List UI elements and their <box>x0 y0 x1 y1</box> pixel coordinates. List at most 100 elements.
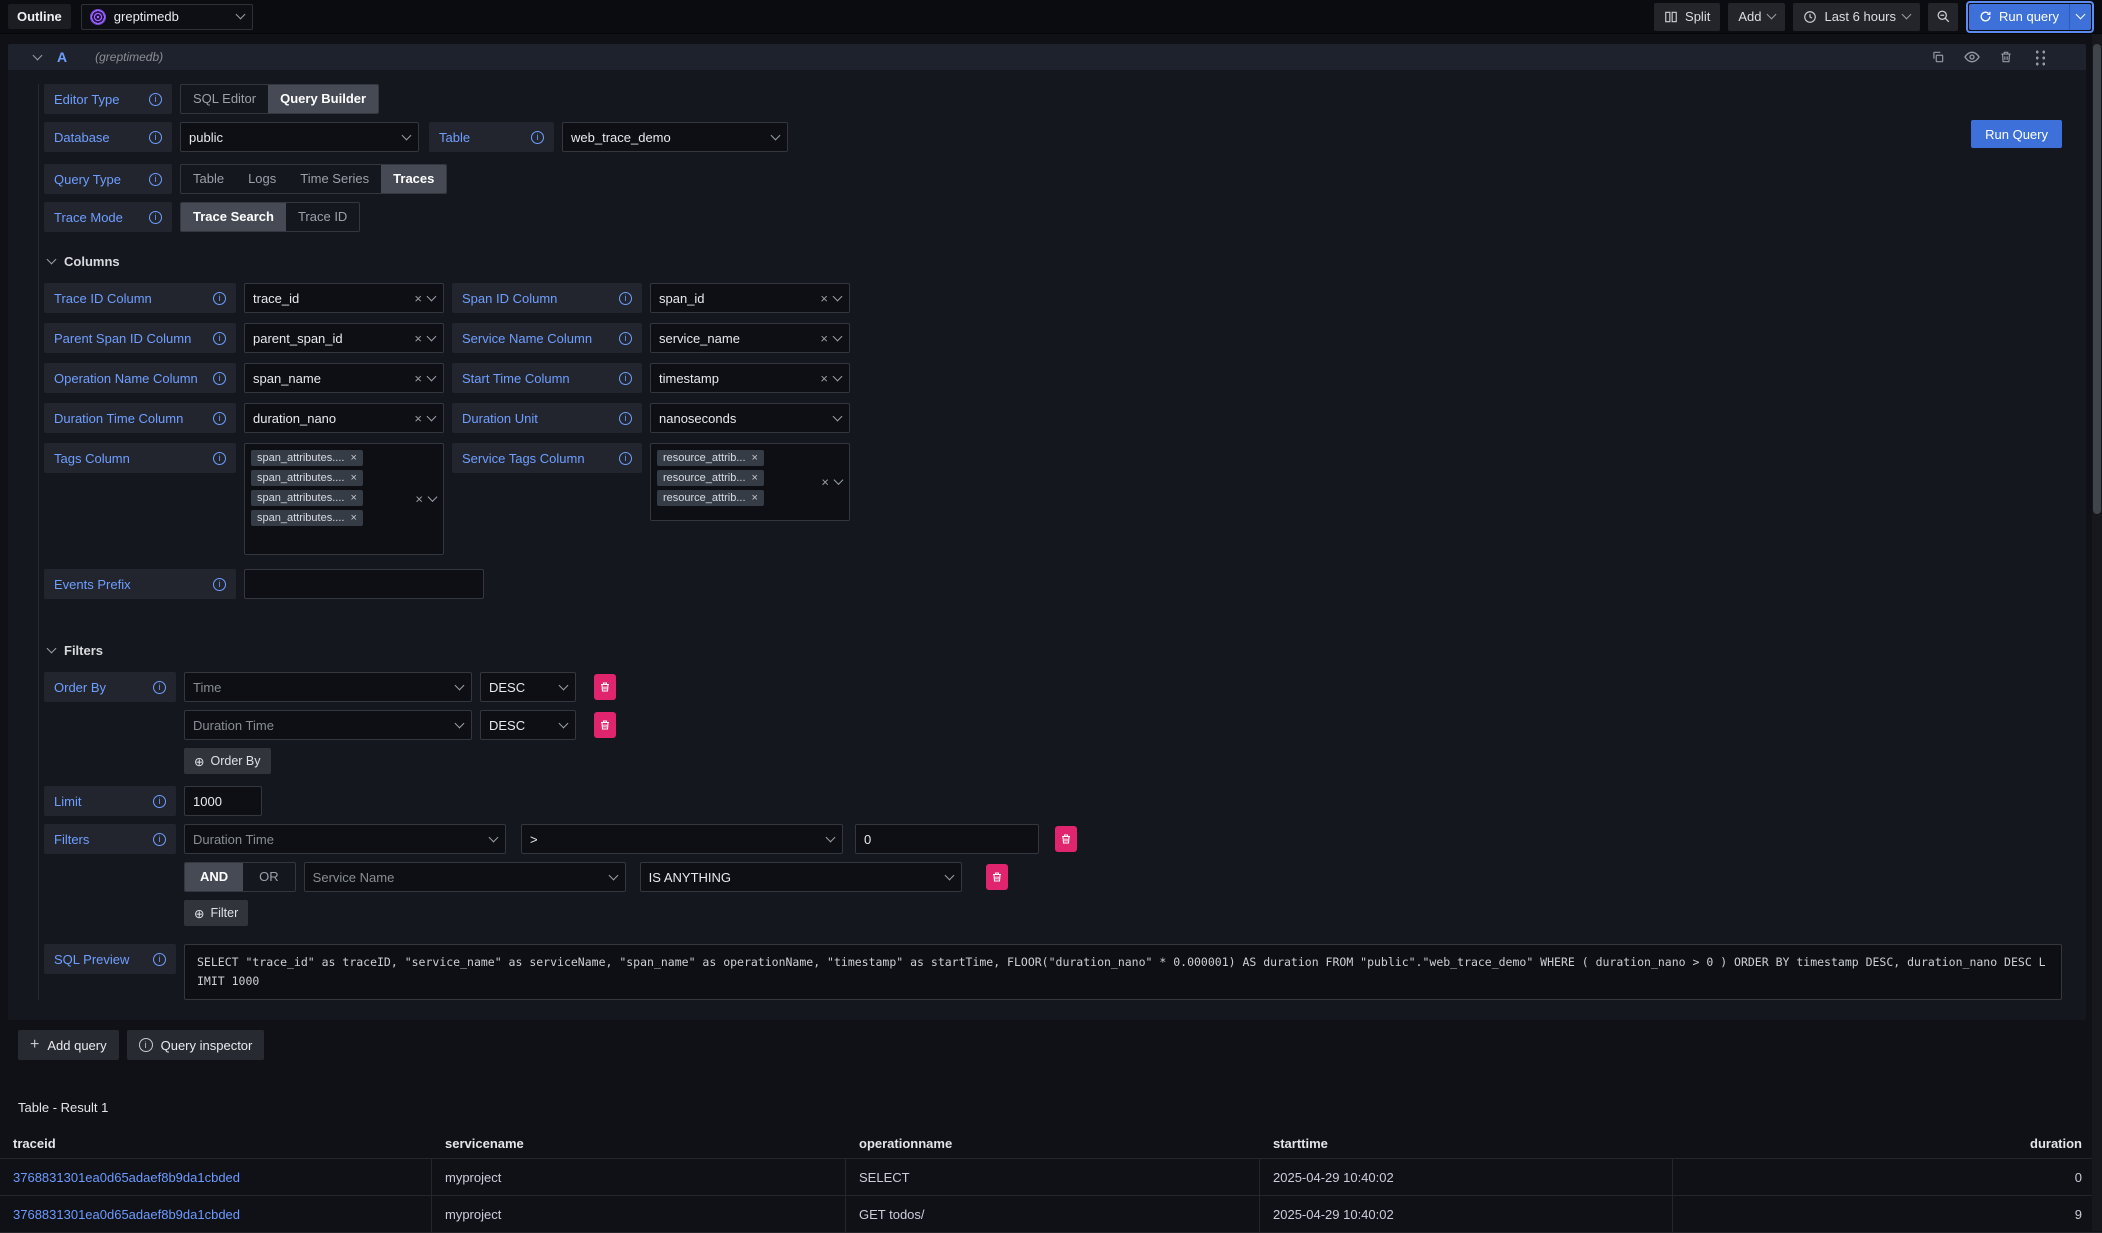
info-icon[interactable]: i <box>619 372 632 385</box>
add-button[interactable]: Add <box>1728 3 1785 31</box>
filter-operator-select[interactable]: IS ANYTHING <box>640 862 962 892</box>
run-query-button[interactable]: Run query <box>1969 4 2069 30</box>
info-icon[interactable]: i <box>153 953 166 966</box>
order-by-field-select[interactable]: Duration Time <box>184 710 472 740</box>
run-query-panel-button[interactable]: Run Query <box>1971 120 2062 148</box>
info-icon[interactable]: i <box>531 131 544 144</box>
service-name-column-select[interactable]: service_name× <box>650 323 850 353</box>
start-time-column-select[interactable]: timestamp× <box>650 363 850 393</box>
query-type-table-option[interactable]: Table <box>181 165 236 193</box>
info-icon[interactable]: i <box>619 292 632 305</box>
remove-chip-icon[interactable]: × <box>350 493 356 504</box>
info-icon[interactable]: i <box>213 332 226 345</box>
filter-field-select[interactable]: Duration Time <box>184 824 506 854</box>
remove-chip-icon[interactable]: × <box>752 453 758 464</box>
collapse-query-chevron-icon[interactable] <box>33 50 43 60</box>
trace-id-column-select[interactable]: trace_id× <box>244 283 444 313</box>
or-option[interactable]: OR <box>243 863 295 891</box>
remove-chip-icon[interactable]: × <box>350 453 356 464</box>
trace-search-option[interactable]: Trace Search <box>181 203 286 231</box>
info-icon[interactable]: i <box>213 372 226 385</box>
duration-unit-select[interactable]: nanoseconds <box>650 403 850 433</box>
add-order-by-button[interactable]: ⊕Order By <box>184 748 271 774</box>
and-option[interactable]: AND <box>185 863 243 891</box>
query-type-logs-option[interactable]: Logs <box>236 165 288 193</box>
table-select[interactable]: web_trace_demo <box>562 122 788 152</box>
zoom-out-time-button[interactable] <box>1928 3 1958 31</box>
duplicate-query-button[interactable] <box>1926 50 1950 64</box>
filter-field-select[interactable]: Service Name <box>304 862 626 892</box>
info-icon[interactable]: i <box>619 332 632 345</box>
column-header-traceid[interactable]: traceid <box>0 1136 432 1151</box>
time-range-picker[interactable]: Last 6 hours <box>1793 3 1920 31</box>
info-icon[interactable]: i <box>213 412 226 425</box>
info-icon[interactable]: i <box>213 578 226 591</box>
query-builder-option[interactable]: Query Builder <box>268 85 378 113</box>
service-tags-column-multiselect[interactable]: resource_attrib...× resource_attrib...× … <box>650 443 850 521</box>
info-icon[interactable]: i <box>619 452 632 465</box>
clear-all-icon[interactable]: × <box>415 493 423 506</box>
limit-input[interactable]: 1000 <box>184 786 262 816</box>
info-icon[interactable]: i <box>213 452 226 465</box>
operation-name-column-select[interactable]: span_name× <box>244 363 444 393</box>
query-type-traces-option[interactable]: Traces <box>381 165 446 193</box>
remove-chip-icon[interactable]: × <box>752 473 758 484</box>
clear-icon[interactable]: × <box>820 372 828 385</box>
info-icon[interactable]: i <box>149 131 162 144</box>
clear-icon[interactable]: × <box>820 332 828 345</box>
info-icon[interactable]: i <box>149 211 162 224</box>
datasource-picker[interactable]: greptimedb <box>81 4 253 30</box>
split-button[interactable]: Split <box>1654 3 1720 31</box>
tags-column-multiselect[interactable]: span_attributes....× span_attributes....… <box>244 443 444 555</box>
run-query-options-button[interactable] <box>2069 4 2091 30</box>
info-icon[interactable]: i <box>153 833 166 846</box>
remove-chip-icon[interactable]: × <box>350 513 356 524</box>
clear-all-icon[interactable]: × <box>821 476 829 489</box>
info-icon[interactable]: i <box>619 412 632 425</box>
info-icon[interactable]: i <box>153 681 166 694</box>
remove-chip-icon[interactable]: × <box>350 473 356 484</box>
parent-span-id-column-select[interactable]: parent_span_id× <box>244 323 444 353</box>
column-header-duration[interactable]: duration <box>1673 1136 2102 1151</box>
events-prefix-input[interactable] <box>244 569 484 599</box>
remove-order-by-button[interactable] <box>594 712 616 738</box>
duration-time-column-select[interactable]: duration_nano× <box>244 403 444 433</box>
order-by-field-select[interactable]: Time <box>184 672 472 702</box>
remove-filter-button[interactable] <box>986 864 1008 890</box>
sql-editor-option[interactable]: SQL Editor <box>181 85 268 113</box>
info-icon[interactable]: i <box>149 93 162 106</box>
trace-id-option[interactable]: Trace ID <box>286 203 359 231</box>
add-filter-button[interactable]: ⊕Filter <box>184 900 248 926</box>
outline-button[interactable]: Outline <box>8 4 71 29</box>
info-icon[interactable]: i <box>153 795 166 808</box>
filter-operator-select[interactable]: > <box>521 824 843 854</box>
order-by-direction-select[interactable]: DESC <box>480 710 576 740</box>
scrollbar-thumb[interactable] <box>2093 44 2101 514</box>
remove-order-by-button[interactable] <box>594 674 616 700</box>
drag-query-handle[interactable] <box>2028 49 2052 66</box>
clear-icon[interactable]: × <box>820 292 828 305</box>
database-select[interactable]: public <box>180 122 419 152</box>
span-id-column-select[interactable]: span_id× <box>650 283 850 313</box>
info-icon[interactable]: i <box>149 173 162 186</box>
column-header-servicename[interactable]: servicename <box>432 1136 846 1151</box>
column-header-starttime[interactable]: starttime <box>1260 1136 1673 1151</box>
order-by-direction-select[interactable]: DESC <box>480 672 576 702</box>
filter-value-input[interactable]: 0 <box>855 824 1039 854</box>
remove-chip-icon[interactable]: × <box>752 493 758 504</box>
add-query-button[interactable]: + Add query <box>18 1030 119 1060</box>
remove-filter-button[interactable] <box>1055 826 1077 852</box>
clear-icon[interactable]: × <box>414 292 422 305</box>
filters-section-header[interactable]: Filters <box>48 643 2062 658</box>
query-inspector-button[interactable]: i Query inspector <box>127 1030 265 1060</box>
clear-icon[interactable]: × <box>414 372 422 385</box>
columns-section-header[interactable]: Columns <box>48 254 2062 269</box>
remove-query-button[interactable] <box>1994 50 2018 64</box>
trace-id-link[interactable]: 3768831301ea0d65adaef8b9da1cbded <box>13 1170 240 1185</box>
info-icon[interactable]: i <box>213 292 226 305</box>
column-header-operationname[interactable]: operationname <box>846 1136 1260 1151</box>
clear-icon[interactable]: × <box>414 332 422 345</box>
clear-icon[interactable]: × <box>414 412 422 425</box>
disable-query-button[interactable] <box>1960 49 1984 65</box>
query-type-time-series-option[interactable]: Time Series <box>288 165 381 193</box>
